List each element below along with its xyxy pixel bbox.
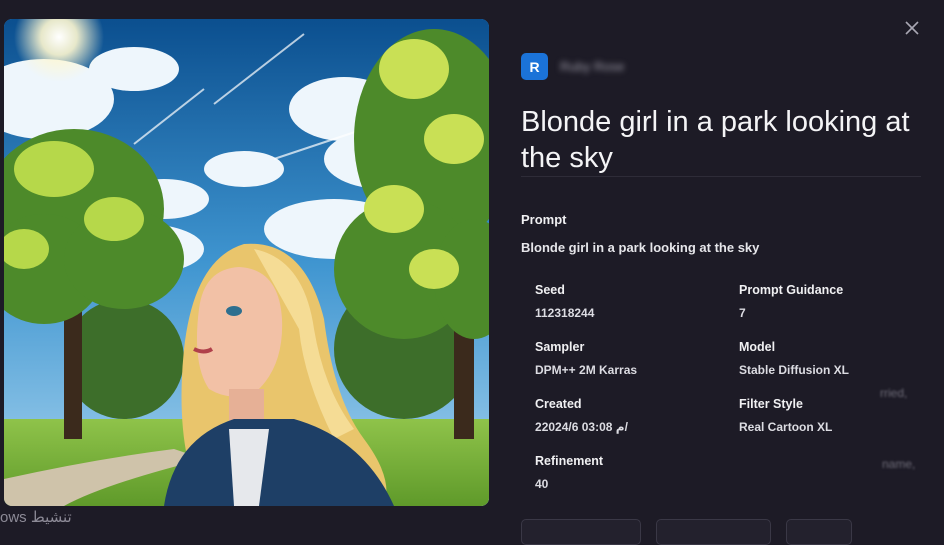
background-text-fragment: rried,: [880, 386, 908, 400]
seed-label: Seed: [535, 283, 565, 297]
prompt-guidance-value: 7: [739, 306, 746, 320]
sampler-value: DPM++ 2M Karras: [535, 363, 638, 377]
filter-style-value: Real Cartoon XL: [739, 420, 833, 434]
sampler-field: Sampler DPM++ 2M Karras: [535, 340, 637, 377]
generated-image: [4, 19, 489, 506]
model-value: Stable Diffusion XL: [739, 363, 850, 377]
refinement-value: 40: [535, 477, 549, 491]
prompt-label: Prompt: [521, 212, 567, 227]
author-name: Ruby Rose: [560, 59, 625, 74]
model-label: Model: [739, 340, 776, 354]
created-field: Created 2م 03:08 2024/6/: [535, 397, 628, 434]
created-label: Created: [535, 397, 582, 411]
filter-style-field: Filter Style Real Cartoon XL: [739, 397, 832, 434]
prompt-guidance-label: Prompt Guidance: [739, 283, 844, 297]
page-title: Blonde girl in a park looking at the sky: [521, 106, 910, 174]
background-text-fragment: name,: [882, 457, 916, 471]
seed-field: Seed 112318244: [535, 283, 594, 320]
refinement-field: Refinement 40: [535, 454, 603, 491]
close-icon: [905, 21, 919, 35]
action-button[interactable]: [786, 519, 852, 545]
close-button[interactable]: [900, 16, 924, 40]
author-info[interactable]: R Ruby Rose: [521, 53, 624, 80]
refinement-label: Refinement: [535, 454, 604, 468]
prompt-value: Blonde girl in a park looking at the sky: [521, 240, 760, 255]
sampler-label: Sampler: [535, 340, 585, 354]
created-value: 2م 03:08 2024/6/: [535, 420, 628, 434]
divider: [521, 176, 921, 177]
seed-value: 112318244: [535, 306, 595, 320]
avatar: R: [521, 53, 548, 80]
filter-style-label: Filter Style: [739, 397, 803, 411]
model-field: Model Stable Diffusion XL: [739, 340, 849, 377]
action-button[interactable]: [656, 519, 771, 545]
prompt-guidance-field: Prompt Guidance 7: [739, 283, 843, 320]
action-button[interactable]: [521, 519, 641, 545]
os-watermark: ows تنشيط: [0, 509, 72, 526]
